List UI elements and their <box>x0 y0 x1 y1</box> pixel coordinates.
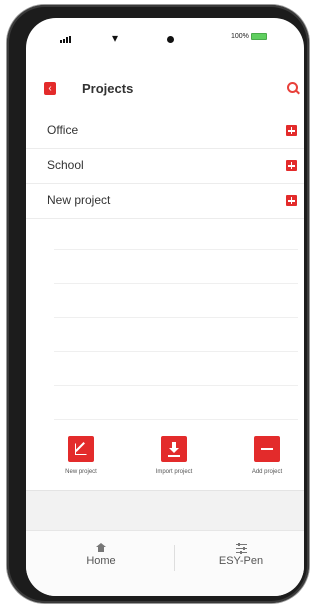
import-project-button[interactable]: Import project <box>139 436 209 475</box>
nav-esy-pen-label: ESY-Pen <box>218 555 264 567</box>
list-divider <box>54 283 298 284</box>
spacer-strip <box>26 490 304 531</box>
app-header: ‹ Projects <box>26 73 304 105</box>
phone-frame: ▾ 100% ‹ Projects Office School New proj… <box>7 5 309 603</box>
new-project-label: New project <box>65 469 97 475</box>
list-divider <box>54 351 298 352</box>
bottom-nav: Home ESY-Pen <box>26 530 304 596</box>
add-project-label: Add project <box>251 469 283 475</box>
nav-home[interactable]: Home <box>46 543 156 567</box>
search-icon[interactable] <box>287 82 300 95</box>
list-divider <box>54 249 298 250</box>
add-project-button[interactable]: Add project <box>232 436 302 475</box>
project-item-school[interactable]: School <box>26 149 304 184</box>
battery-status: 100% <box>231 33 267 40</box>
project-item-office[interactable]: Office <box>26 114 304 149</box>
camera-icon <box>167 36 174 43</box>
plus-box-icon[interactable] <box>286 195 297 206</box>
project-name: New project <box>47 193 111 207</box>
status-bar: ▾ 100% <box>26 18 304 58</box>
signal-icon <box>60 36 71 43</box>
minus-icon <box>254 436 280 462</box>
battery-text: 100% <box>231 33 249 40</box>
edit-icon <box>68 436 94 462</box>
nav-esy-pen[interactable]: ESY-Pen <box>186 543 296 567</box>
download-icon <box>161 436 187 462</box>
page-title: Projects <box>82 81 134 96</box>
home-icon <box>96 543 106 553</box>
project-item-new-project[interactable]: New project <box>26 184 304 219</box>
list-divider <box>54 317 298 318</box>
wifi-icon: ▾ <box>112 31 119 45</box>
app-screen: ▾ 100% ‹ Projects Office School New proj… <box>26 18 304 596</box>
project-name: Office <box>47 123 79 137</box>
import-project-label: Import project <box>155 469 193 475</box>
nav-divider <box>174 545 175 571</box>
new-project-button[interactable]: New project <box>46 436 116 475</box>
project-name: School <box>47 158 84 172</box>
list-divider <box>54 419 298 420</box>
sliders-icon <box>235 543 247 554</box>
list-divider <box>54 385 298 386</box>
plus-box-icon[interactable] <box>286 125 297 136</box>
back-arrow-icon[interactable]: ‹ <box>44 82 56 95</box>
plus-box-icon[interactable] <box>286 160 297 171</box>
project-list: Office School New project <box>26 114 304 219</box>
nav-home-label: Home <box>86 555 116 567</box>
action-bar: New project Import project Add project <box>26 436 304 484</box>
battery-icon <box>250 33 267 40</box>
